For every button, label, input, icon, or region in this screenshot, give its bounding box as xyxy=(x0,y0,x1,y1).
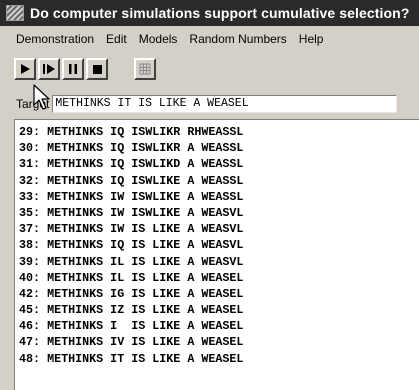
target-input[interactable]: METHINKS IT IS LIKE A WEASEL xyxy=(52,95,398,113)
generation-text: METHINKS IQ ISWLIKR RHWEASSL xyxy=(47,125,244,139)
app-window: Do computer simulations support cumulati… xyxy=(0,0,419,390)
generation-number: 35 xyxy=(19,205,34,220)
generation-text: METHINKS IL IS LIKE A WEASVL xyxy=(47,254,244,269)
generation-text: METHINKS IL IS LIKE A WEASEL xyxy=(47,270,244,285)
generation-text: METHINKS IZ IS LIKE A WEASEL xyxy=(47,303,244,318)
generation-number: 37 xyxy=(19,222,34,237)
target-row: Target METHINKS IT IS LIKE A WEASEL xyxy=(0,90,419,118)
toolbar xyxy=(0,52,419,90)
generation-number: 47 xyxy=(19,335,34,350)
generation-text: METHINKS IV IS LIKE A WEASEL xyxy=(47,335,244,350)
generation-line: 38: METHINKS IQ IS LIKE A WEASVL xyxy=(19,238,244,253)
generation-number: 33 xyxy=(19,189,34,204)
app-icon xyxy=(6,5,24,21)
generation-number: 46 xyxy=(19,319,34,334)
generation-line: 35: METHINKS IW ISWLIKE A WEASVL xyxy=(19,205,244,220)
menu-demonstration[interactable]: Demonstration xyxy=(0,32,100,46)
generation-line: 32: METHINKS IQ ISWLIKE A WEASSL xyxy=(19,173,244,188)
menu-bar: Demonstration Edit Models Random Numbers… xyxy=(0,26,419,53)
generation-line: 48: METHINKS IT IS LIKE A WEASEL xyxy=(19,351,244,366)
grid-icon xyxy=(139,63,151,75)
generation-line: 46: METHINKS I IS LIKE A WEASEL xyxy=(19,319,244,334)
generation-text: METHINKS IW ISWLIKE A WEASSL xyxy=(47,189,244,204)
generation-number: 40 xyxy=(19,270,34,285)
target-label: Target xyxy=(16,97,50,111)
window-title: Do computer simulations support cumulati… xyxy=(30,5,410,21)
menu-random-numbers[interactable]: Random Numbers xyxy=(183,32,292,46)
generation-output[interactable]: 29: METHINKS IQ ISWLIKR RHWEASSL 30: MET… xyxy=(14,119,419,390)
menu-help[interactable]: Help xyxy=(293,32,330,46)
generation-text: METHINKS IG IS LIKE A WEASEL xyxy=(47,286,244,301)
generation-line: 39: METHINKS IL IS LIKE A WEASVL xyxy=(19,254,244,269)
play-icon xyxy=(21,64,30,74)
grid-button[interactable] xyxy=(134,58,156,80)
step-icon xyxy=(43,64,55,74)
generation-number: 30 xyxy=(19,141,34,156)
title-bar[interactable]: Do computer simulations support cumulati… xyxy=(0,0,419,26)
generation-text: METHINKS IQ IS LIKE A WEASVL xyxy=(47,238,244,253)
generation-line: 42: METHINKS IG IS LIKE A WEASEL xyxy=(19,286,244,301)
generation-line: 47: METHINKS IV IS LIKE A WEASEL xyxy=(19,335,244,350)
generation-line: 33: METHINKS IW ISWLIKE A WEASSL xyxy=(19,189,244,204)
generation-number: 45 xyxy=(19,303,34,318)
generation-number: 31 xyxy=(19,157,34,172)
pause-icon xyxy=(69,64,77,74)
generation-text: METHINKS I IS LIKE A WEASEL xyxy=(47,319,244,334)
generation-text: METHINKS IW ISWLIKE A WEASVL xyxy=(47,205,244,220)
generation-line: 45: METHINKS IZ IS LIKE A WEASEL xyxy=(19,303,244,318)
generation-text: METHINKS IQ ISWLIKD A WEASSL xyxy=(47,157,244,172)
generation-number: 32 xyxy=(19,173,34,188)
generation-number: 42 xyxy=(19,286,34,301)
generation-text: METHINKS IQ ISWLIKR A WEASSL xyxy=(47,141,244,156)
generation-text: METHINKS IQ ISWLIKE A WEASSL xyxy=(47,173,244,188)
generation-line: 37: METHINKS IW IS LIKE A WEASVL xyxy=(19,222,244,237)
generation-line: 30: METHINKS IQ ISWLIKR A WEASSL xyxy=(19,141,244,156)
generation-text: METHINKS IT IS LIKE A WEASEL xyxy=(47,351,244,366)
stop-icon xyxy=(93,65,102,74)
menu-edit[interactable]: Edit xyxy=(100,32,133,46)
menu-models[interactable]: Models xyxy=(133,32,184,46)
generation-text: METHINKS IW IS LIKE A WEASVL xyxy=(47,222,244,237)
stop-button[interactable] xyxy=(86,58,108,80)
play-button[interactable] xyxy=(14,58,36,80)
generation-number: 48 xyxy=(19,351,34,366)
pause-button[interactable] xyxy=(62,58,84,80)
generation-number: 38 xyxy=(19,238,34,253)
generation-number: 39 xyxy=(19,254,34,269)
generation-line: 29: METHINKS IQ ISWLIKR RHWEASSL xyxy=(19,125,244,139)
generation-line: 40: METHINKS IL IS LIKE A WEASEL xyxy=(19,270,244,285)
step-button[interactable] xyxy=(38,58,60,80)
generation-line: 31: METHINKS IQ ISWLIKD A WEASSL xyxy=(19,157,244,172)
generation-number: 29 xyxy=(19,125,34,139)
